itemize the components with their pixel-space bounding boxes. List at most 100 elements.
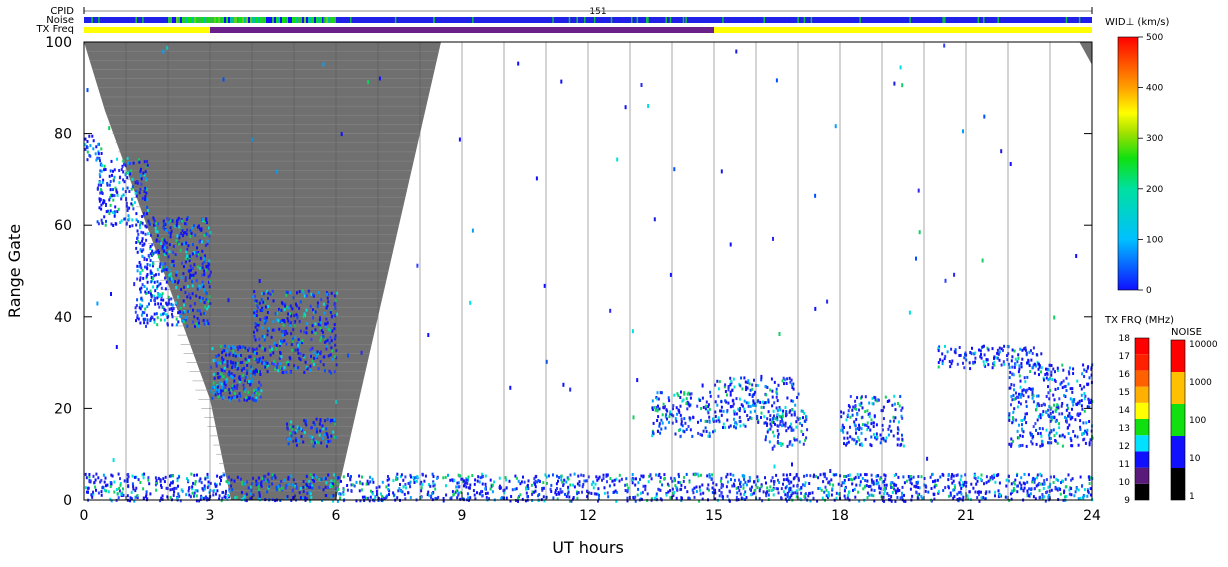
y-tick-label: 20 <box>54 401 72 417</box>
echo-cell <box>162 312 164 316</box>
echo-cell <box>789 486 792 490</box>
echo-cell <box>97 222 100 226</box>
echo-cell <box>239 346 242 349</box>
echo-cell <box>743 407 746 411</box>
echo-cell <box>624 105 627 110</box>
echo-cell <box>415 479 418 483</box>
echo-cell <box>1042 487 1045 490</box>
echo-cell <box>792 484 795 488</box>
echo-cell <box>316 301 319 305</box>
echo-cell <box>105 489 108 493</box>
echo-cell <box>103 215 106 219</box>
echo-cell <box>1052 367 1055 371</box>
echo-cell <box>165 301 168 305</box>
echo-cell <box>1053 403 1055 407</box>
echo-cell <box>413 481 416 484</box>
echo-cell <box>298 356 301 360</box>
echo-cell <box>917 188 920 193</box>
echo-cell <box>217 353 220 357</box>
echo-cell <box>133 475 136 479</box>
echo-cell <box>245 396 247 400</box>
echo-cell <box>303 294 306 298</box>
echo-cell <box>706 474 709 478</box>
echo-cell <box>111 173 113 177</box>
echo-cell <box>230 346 233 350</box>
echo-cell <box>181 229 184 233</box>
echo-cell <box>288 312 291 316</box>
echo-cell <box>88 473 91 476</box>
echo-cell <box>782 482 784 486</box>
echo-cell <box>315 430 318 434</box>
txfreq-colorbar-cell <box>1135 354 1149 371</box>
echo-cell <box>699 492 702 496</box>
echo-cell <box>272 320 275 324</box>
echo-cell <box>685 472 688 476</box>
echo-cell <box>717 387 720 391</box>
echo-cell <box>896 496 899 499</box>
echo-cell <box>136 229 139 233</box>
echo-cell <box>253 314 256 318</box>
echo-cell <box>248 355 251 359</box>
noise-sample <box>228 17 230 23</box>
echo-cell <box>154 250 157 254</box>
echo-cell <box>1025 400 1028 404</box>
echo-cell <box>89 154 92 158</box>
echo-cell <box>227 345 230 349</box>
echo-cell <box>154 229 157 233</box>
echo-cell <box>980 473 983 477</box>
noise-sample <box>300 17 302 23</box>
echo-cell <box>534 485 537 489</box>
echo-cell <box>367 482 370 486</box>
echo-cell <box>169 272 172 276</box>
echo-cell <box>127 473 130 476</box>
echo-cell <box>200 240 203 244</box>
echo-cell <box>230 374 233 378</box>
echo-cell <box>152 276 155 280</box>
echo-cell <box>152 252 155 256</box>
echo-cell <box>299 300 302 304</box>
echo-cell <box>804 419 807 423</box>
echo-cell <box>1088 475 1091 479</box>
echo-cell <box>317 441 320 445</box>
echo-cell <box>431 492 434 495</box>
echo-cell <box>1031 390 1034 394</box>
echo-cell <box>154 226 157 230</box>
echo-cell <box>295 486 298 490</box>
echo-cell <box>336 291 338 295</box>
echo-cell <box>325 317 328 321</box>
echo-cell <box>1045 478 1048 482</box>
echo-cell <box>247 486 250 490</box>
echo-cell <box>765 494 768 498</box>
echo-cell <box>141 239 144 243</box>
echo-cell <box>399 483 401 486</box>
echo-cell <box>311 330 314 334</box>
echo-cell <box>1020 362 1023 365</box>
echo-cell <box>432 475 435 478</box>
echo-cell <box>1008 366 1011 369</box>
txfreq-colorbar-cell <box>1135 435 1149 452</box>
echo-cell <box>196 473 198 477</box>
echo-cell <box>853 420 856 424</box>
echo-cell <box>769 485 772 489</box>
echo-cell <box>213 488 216 492</box>
echo-cell <box>140 182 143 186</box>
echo-cell <box>305 294 308 298</box>
echo-cell <box>160 483 162 487</box>
echo-cell <box>224 388 227 392</box>
echo-cell <box>409 485 412 489</box>
echo-cell <box>163 307 166 311</box>
echo-cell <box>287 319 290 323</box>
echo-cell <box>309 482 312 486</box>
echo-cell <box>1027 395 1030 399</box>
echo-cell <box>994 480 997 484</box>
txfreq-colorbar-cell <box>1135 467 1149 484</box>
echo-cell <box>405 486 407 490</box>
echo-cell <box>255 347 258 351</box>
echo-cell <box>291 489 294 493</box>
echo-cell <box>792 387 795 391</box>
echo-cell <box>861 406 864 410</box>
echo-cell <box>162 49 165 54</box>
echo-cell <box>949 365 952 369</box>
echo-cell <box>847 478 850 482</box>
echo-cell <box>330 434 333 438</box>
